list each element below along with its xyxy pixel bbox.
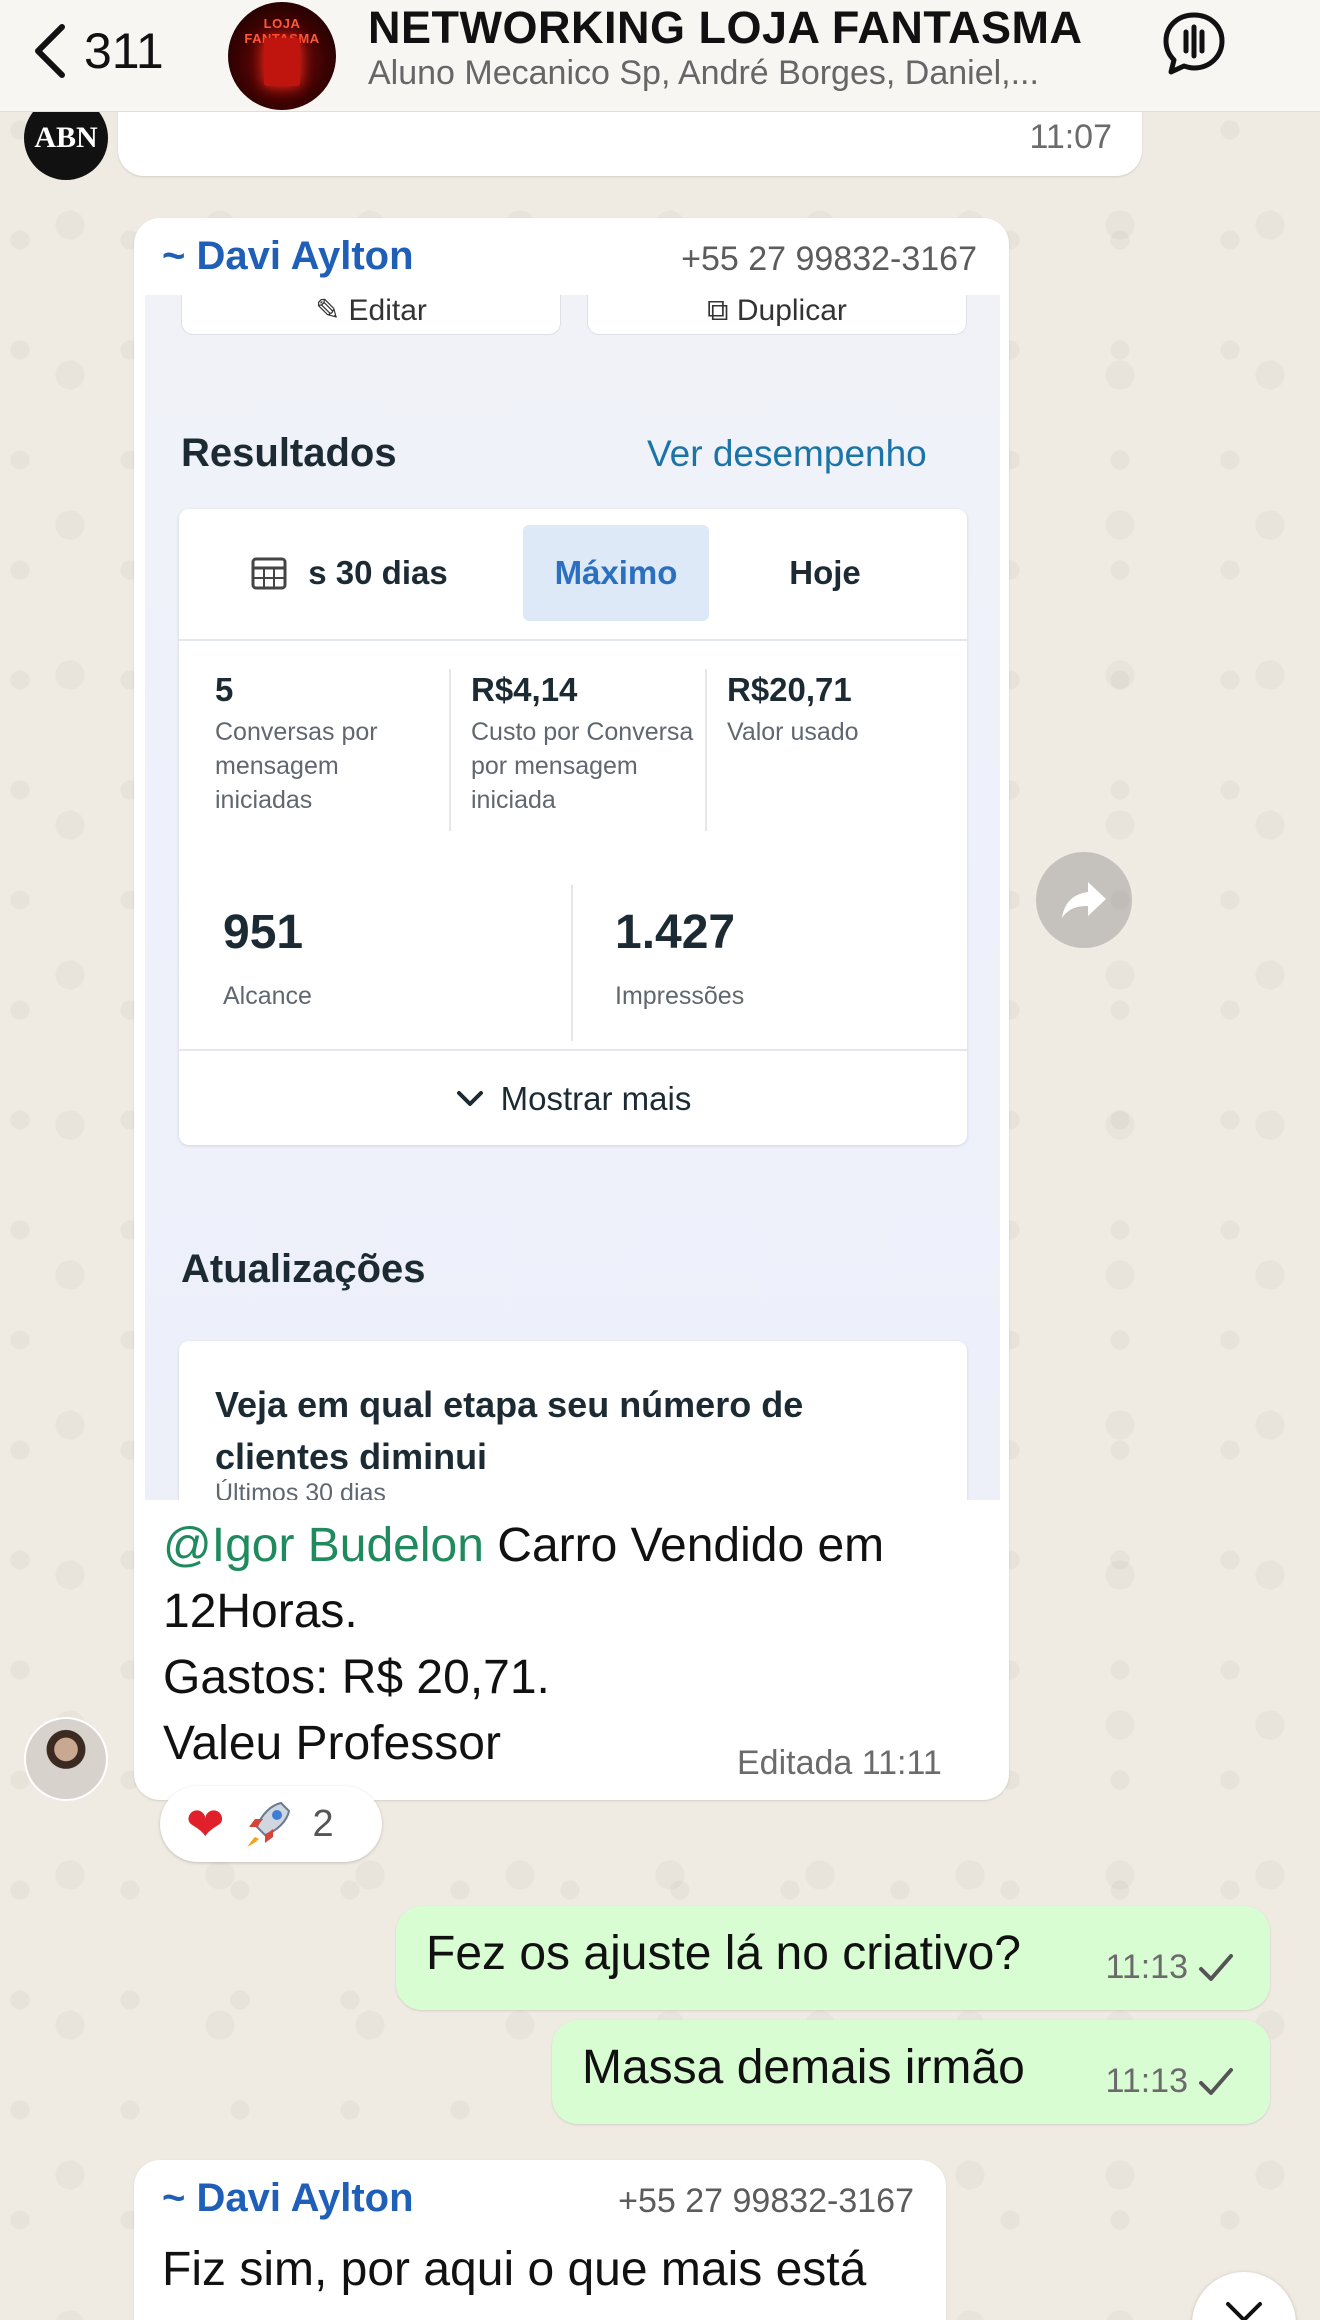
show-more-label: Mostrar mais <box>500 1080 692 1117</box>
outgoing-message-text: Fez os ajuste lá no criativo? <box>426 1927 1021 1980</box>
pencil-icon: ✎ <box>315 295 349 327</box>
message-meta: 11:13 <box>1105 1948 1234 1987</box>
message-time: 11:13 <box>1105 2062 1188 2100</box>
update-card-subtitle: Últimos 30 dias <box>215 1479 386 1500</box>
avatar-igor[interactable] <box>24 1717 108 1801</box>
update-card-title: Veja em qual etapa seu número de cliente… <box>215 1384 804 1477</box>
chevron-down-icon <box>456 1091 483 1106</box>
message-line-1: Carro Vendido em <box>483 1519 885 1572</box>
divider <box>571 885 573 1041</box>
forward-button[interactable] <box>1036 852 1132 948</box>
impressions-label: Impressões <box>615 982 745 1010</box>
duplicate-button-image: ⧉ Duplicar <box>587 295 967 335</box>
results-title: Resultados <box>181 431 397 475</box>
unread-count: 311 <box>84 23 164 79</box>
message-bubble[interactable]: ~ Davi Aylton +55 27 99832-3167 Fiz sim,… <box>134 2160 946 2320</box>
message-meta: 11:13 <box>1105 2062 1234 2101</box>
group-members[interactable]: Aluno Mecanico Sp, André Borges, Daniel,… <box>368 54 1039 93</box>
update-card: Veja em qual etapa seu número de cliente… <box>179 1341 967 1500</box>
check-icon <box>1199 2067 1233 2095</box>
impressions-value: 1.427 <box>615 906 736 959</box>
message-time: 11:13 <box>1105 1948 1188 1986</box>
calendar-icon <box>251 557 287 590</box>
results-card: s 30 dias Máximo Hoje 5 Conversas por me… <box>179 509 967 1145</box>
message-text: @Igor Budelon Carro Vendido em 12Horas. … <box>163 1513 983 1777</box>
outgoing-message-text: Massa demais irmão <box>582 2041 1025 2094</box>
mention[interactable]: @Igor Budelon <box>163 1519 484 1572</box>
message-line-2: 12Horas. <box>163 1585 358 1638</box>
outgoing-message-bubble[interactable]: Massa demais irmão 11:13 <box>552 2020 1270 2124</box>
metric-value: R$4,14 <box>471 671 578 708</box>
divider <box>179 1049 967 1051</box>
back-button[interactable]: 311 <box>28 16 188 86</box>
copy-icon: ⧉ <box>707 295 737 327</box>
updates-title: Atualizações <box>181 1247 426 1291</box>
tab-hoje: Hoje <box>789 554 861 591</box>
divider <box>449 669 451 831</box>
reaction-count: 2 <box>312 1802 334 1845</box>
calendar-tab: s 30 dias <box>239 525 459 621</box>
voice-chat-icon[interactable] <box>1160 10 1228 78</box>
duplicate-label: Duplicar <box>736 295 847 327</box>
edit-label: Editar <box>348 295 427 327</box>
divider <box>705 669 707 831</box>
outgoing-message-bubble[interactable]: Fez os ajuste lá no criativo? 11:13 <box>396 1906 1270 2010</box>
door-icon <box>264 38 300 86</box>
date-tabs: s 30 dias Máximo Hoje <box>179 509 967 641</box>
sender-name[interactable]: ~ Davi Aylton <box>162 234 414 279</box>
chevron-left-icon <box>35 24 65 78</box>
metric-label: Custo por Conversa por mensagem iniciada <box>471 718 694 814</box>
check-icon <box>1199 1953 1233 1981</box>
shared-image[interactable]: ✎ Editar ⧉ Duplicar Resultados Ver desem… <box>145 295 1000 1500</box>
message-time: 11:07 <box>1029 118 1112 156</box>
forward-icon <box>1062 882 1106 918</box>
sender-phone: +55 27 99832-3167 <box>618 2182 914 2220</box>
sender-name[interactable]: ~ Davi Aylton <box>162 2176 414 2221</box>
performance-link: Ver desempenho <box>647 433 927 474</box>
tab-30-dias-label: s 30 dias <box>308 554 448 591</box>
heart-reaction-icon: ❤ <box>186 1798 225 1850</box>
tab-maximo: Máximo <box>523 525 709 621</box>
chat-header: 311 LOJA FANTASMA NETWORKING LOJA FANTAS… <box>0 0 1320 112</box>
reach-label: Alcance <box>223 982 312 1010</box>
metric-value: 5 <box>215 671 234 708</box>
close-icon <box>1226 2302 1262 2320</box>
message-time: Editada 11:11 <box>737 1744 942 1782</box>
message-text: Fiz sim, por aqui o que mais está <box>162 2243 867 2296</box>
sender-phone: +55 27 99832-3167 <box>681 240 977 278</box>
message-line-3: Gastos: R$ 20,71. <box>163 1651 550 1704</box>
group-title[interactable]: NETWORKING LOJA FANTASMA <box>368 2 1082 54</box>
metric-label: Valor usado <box>727 718 859 746</box>
show-more-row: Mostrar mais <box>179 1053 967 1145</box>
reach-value: 951 <box>223 906 304 959</box>
group-avatar[interactable]: LOJA FANTASMA <box>228 2 336 110</box>
reactions-pill[interactable]: ❤ 2 <box>160 1786 382 1862</box>
rocket-reaction-icon <box>246 1801 290 1847</box>
metric-label: Conversas por mensagem iniciadas <box>215 718 378 814</box>
edit-button-image: ✎ Editar <box>181 295 561 335</box>
metric-value: R$20,71 <box>727 671 852 708</box>
